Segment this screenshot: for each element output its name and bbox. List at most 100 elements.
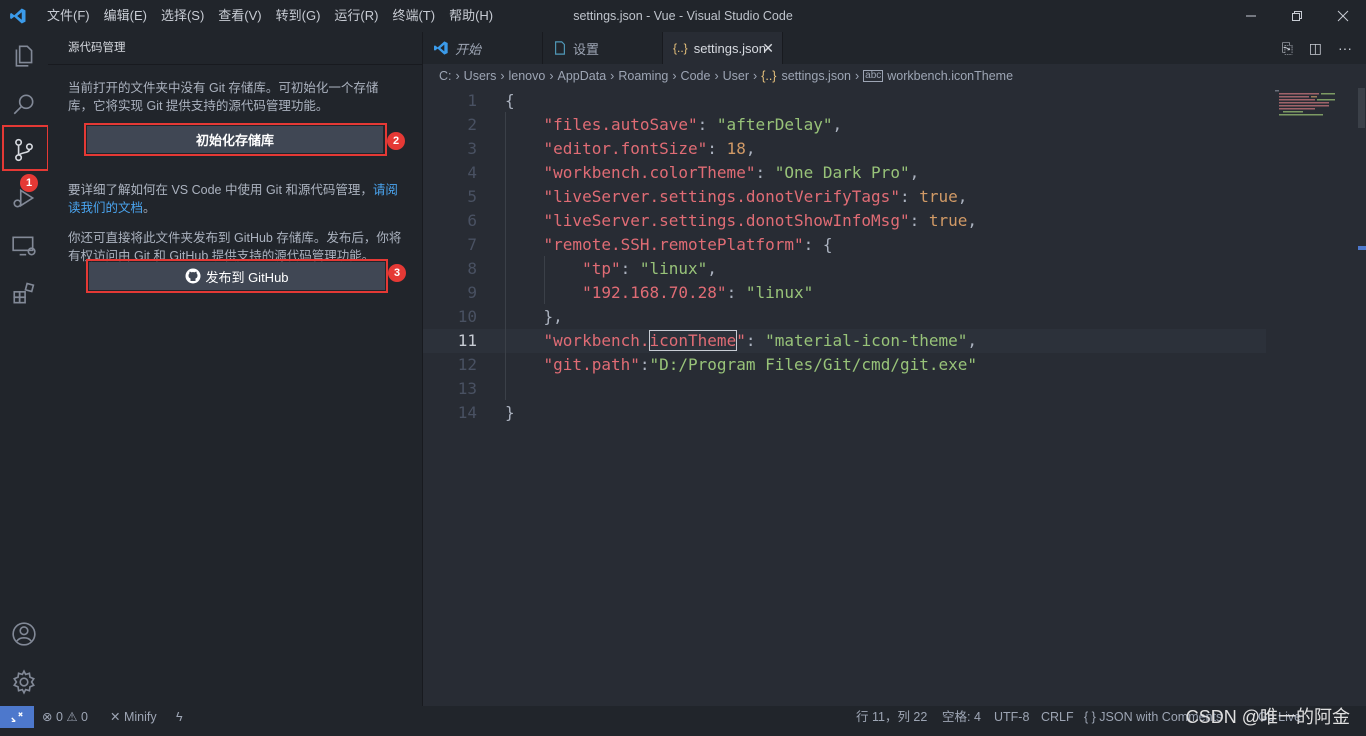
step-badge-3: 3 (388, 264, 406, 282)
code-token: { (505, 91, 515, 110)
code-line[interactable]: 8 "tp": "linux", (423, 257, 1266, 281)
more-actions-icon[interactable]: ··· (1338, 40, 1352, 56)
menu-help[interactable]: 帮助(H) (442, 0, 500, 32)
code-line[interactable]: 6 "liveServer.settings.donotShowInfoMsg"… (423, 209, 1266, 233)
line-code: { (505, 89, 515, 113)
breadcrumb-separator-icon: › (753, 69, 758, 83)
line-number: 10 (457, 307, 477, 326)
tab-settings-ui[interactable]: 设置 (543, 32, 663, 64)
code-line[interactable]: 12 "git.path":"D:/Program Files/Git/cmd/… (423, 353, 1266, 377)
title-bar: 文件(F) 编辑(E) 选择(S) 查看(V) 转到(G) 运行(R) 终端(T… (0, 0, 1366, 32)
menu-terminal[interactable]: 终端(T) (385, 0, 442, 32)
indentation-status[interactable]: 空格: 4 (942, 706, 981, 728)
step-badge-1: 1 (20, 174, 38, 192)
breadcrumb-item[interactable]: AppData (558, 69, 607, 83)
code-token: : (620, 259, 640, 278)
minify-status[interactable]: ✕ Minify (110, 706, 157, 728)
breadcrumb-item[interactable]: workbench.iconTheme (887, 69, 1013, 83)
code-token: "files.autoSave" (543, 115, 698, 134)
code-line[interactable]: 11 "workbench.iconTheme": "material-icon… (423, 329, 1266, 353)
open-settings-ui-icon[interactable]: ⎘ (1282, 40, 1293, 57)
code-token: "linux" (639, 259, 708, 278)
code-line[interactable]: 5 "liveServer.settings.donotVerifyTags":… (423, 185, 1266, 209)
code-token: : (639, 355, 650, 374)
eol-status[interactable]: CRLF (1041, 706, 1074, 728)
learn-more-end: 。 (143, 201, 156, 215)
remote-explorer-icon[interactable] (0, 222, 48, 270)
no-repo-message: 当前打开的文件夹中没有 Git 存储库。可初始化一个存储库，它将实现 Git 提… (68, 81, 379, 113)
code-line[interactable]: 7 "remote.SSH.remotePlatform": { (423, 233, 1266, 257)
line-code: "liveServer.settings.donotShowInfoMsg": … (505, 209, 977, 233)
cursor-position[interactable]: 行 11，列 22 (856, 706, 927, 728)
code-line[interactable]: 13 (423, 377, 1266, 401)
line-number: 5 (467, 187, 477, 206)
code-line[interactable]: 9 "192.168.70.28": "linux" (423, 281, 1266, 305)
code-line[interactable]: 2 "files.autoSave": "afterDelay", (423, 113, 1266, 137)
code-token: " (736, 331, 746, 350)
csdn-watermark: CSDN @唯一的阿金 (1185, 707, 1350, 727)
code-line[interactable]: 10 }, (423, 305, 1266, 329)
encoding-status[interactable]: UTF-8 (994, 706, 1029, 728)
vertical-scrollbar[interactable] (1356, 88, 1366, 706)
code-editor[interactable]: 1{2 "files.autoSave": "afterDelay", 3 "ed… (423, 88, 1366, 706)
code-token: "liveServer.settings.donotVerifyTags" (543, 187, 900, 206)
restore-button[interactable] (1274, 0, 1320, 32)
code-line[interactable]: 3 "editor.fontSize": 18, (423, 137, 1266, 161)
line-code: "192.168.70.28": "linux" (505, 281, 813, 305)
tab-welcome[interactable]: 开始 (423, 32, 543, 64)
breadcrumb-item[interactable]: User (723, 69, 749, 83)
menu-selection[interactable]: 选择(S) (154, 0, 211, 32)
menu-view[interactable]: 查看(V) (211, 0, 268, 32)
code-token: , (707, 259, 717, 278)
breadcrumb-item[interactable]: settings.json (781, 69, 850, 83)
breadcrumb-separator-icon: › (549, 69, 554, 83)
code-token: "liveServer.settings.donotShowInfoMsg" (543, 211, 910, 230)
code-token: "git.path" (543, 355, 640, 374)
problems-status[interactable]: ⊗ 0 ⚠ 0 (42, 706, 88, 728)
line-code: "workbench.iconTheme": "material-icon-th… (505, 329, 977, 353)
line-code: "git.path":"D:/Program Files/Git/cmd/git… (505, 353, 977, 377)
json-icon: {..} (761, 69, 777, 83)
breadcrumb-item[interactable]: Code (681, 69, 711, 83)
code-token: true (928, 211, 968, 230)
code-token: : (899, 187, 920, 206)
menu-go[interactable]: 转到(G) (269, 0, 328, 32)
menu-edit[interactable]: 编辑(E) (97, 0, 154, 32)
explorer-icon[interactable] (0, 32, 48, 80)
code-token: "tp" (582, 259, 621, 278)
line-number: 9 (467, 283, 477, 302)
tab-settings-json-label: settings.json (693, 40, 766, 56)
breadcrumb-item[interactable]: lenovo (509, 69, 546, 83)
code-token: "workbench.colorTheme" (543, 163, 756, 182)
code-token: }, (505, 307, 563, 326)
split-editor-icon[interactable]: ◫ (1309, 40, 1322, 57)
menu-file[interactable]: 文件(F) (40, 0, 97, 32)
minimize-button[interactable] (1228, 0, 1274, 32)
remote-indicator-button[interactable] (0, 706, 34, 728)
tab-close-icon[interactable]: ✕ (762, 40, 774, 57)
highlight-box-publish (86, 259, 388, 293)
settings-gear-icon[interactable] (0, 658, 48, 706)
search-icon[interactable] (0, 80, 48, 128)
highlight-box-init (84, 123, 387, 156)
menu-run[interactable]: 运行(R) (327, 0, 385, 32)
close-window-button[interactable] (1320, 0, 1366, 32)
code-line[interactable]: 1{ (423, 89, 1266, 113)
breadcrumb-item[interactable]: Roaming (618, 69, 668, 83)
code-token: , (957, 187, 968, 206)
minimap[interactable] (1275, 88, 1355, 118)
highlight-box-source-control (2, 125, 49, 171)
breadcrumb-item[interactable]: C: (439, 69, 452, 83)
extensions-icon[interactable] (0, 270, 48, 318)
account-icon[interactable] (0, 610, 48, 658)
tab-settings-json[interactable]: {..} settings.json ✕ (663, 32, 783, 64)
lightning-icon[interactable]: ϟ (176, 706, 183, 728)
breadcrumb-separator-icon: › (500, 69, 505, 83)
breadcrumb-item[interactable]: Users (464, 69, 497, 83)
code-line[interactable]: 4 "workbench.colorTheme": "One Dark Pro"… (423, 161, 1266, 185)
code-line[interactable]: 14} (423, 401, 1266, 425)
